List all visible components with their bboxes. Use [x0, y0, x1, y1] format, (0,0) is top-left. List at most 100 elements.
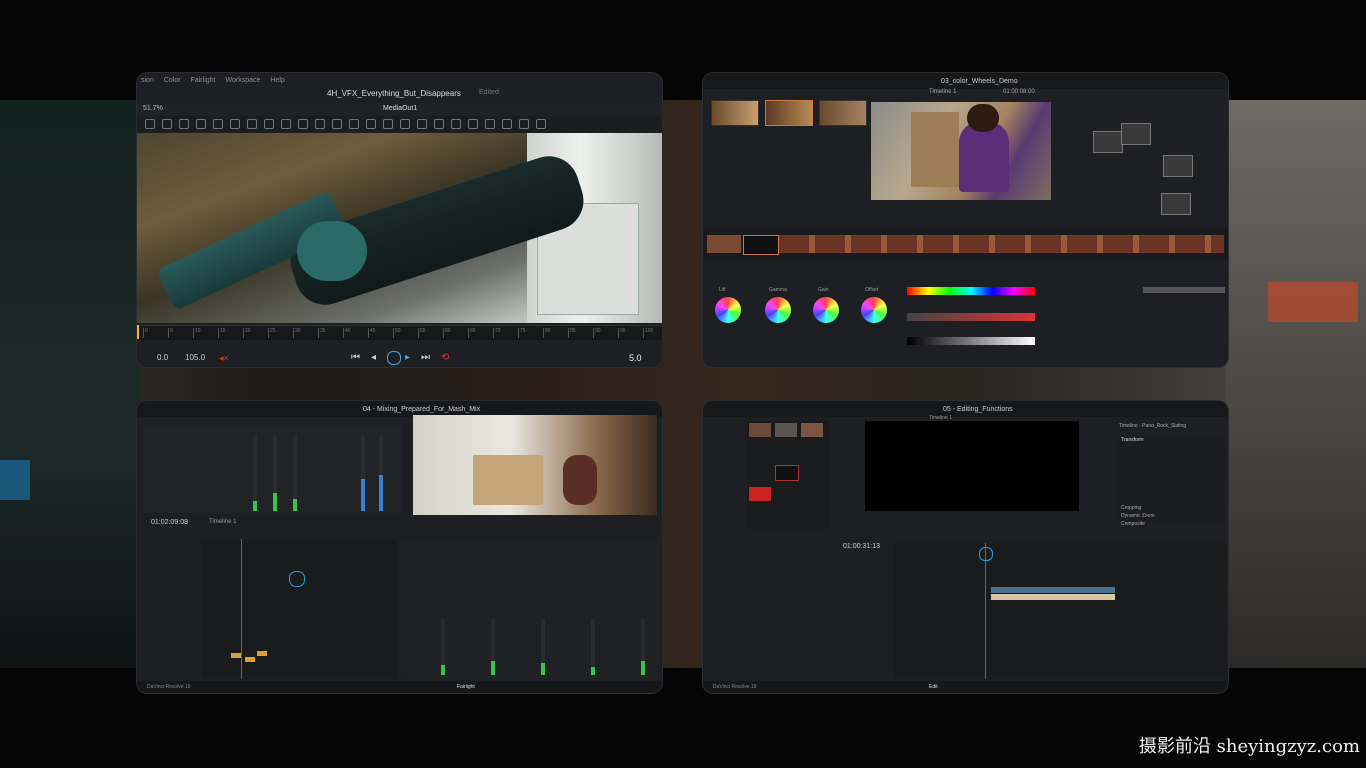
audio-clip[interactable] — [245, 657, 255, 662]
keyframe-track[interactable] — [1143, 287, 1225, 293]
audio-timeline[interactable] — [201, 539, 397, 679]
ruler-tick-label: 15 — [220, 328, 226, 334]
tool-icon[interactable] — [400, 119, 410, 129]
viewer-image[interactable] — [137, 133, 662, 323]
corrector-node[interactable] — [1121, 123, 1151, 145]
tool-icon[interactable] — [485, 119, 495, 129]
audio-clip[interactable] — [231, 653, 241, 658]
corrector-node[interactable] — [1161, 193, 1191, 215]
loop-icon[interactable]: ⟲ — [441, 352, 449, 363]
tool-icon[interactable] — [502, 119, 512, 129]
end-frame-field[interactable]: 105.0 — [185, 353, 205, 362]
clip-thumbs[interactable] — [779, 235, 1224, 253]
fader-meter — [541, 619, 545, 675]
color-viewer[interactable] — [871, 102, 1051, 200]
timeline-name: Timeline 1 — [929, 415, 952, 421]
tool-icon[interactable] — [434, 119, 444, 129]
luminance-bar[interactable] — [907, 337, 1035, 345]
media-thumb[interactable] — [775, 423, 797, 437]
gamma-wheel[interactable] — [765, 297, 791, 323]
go-to-start-icon[interactable]: ⏮ — [351, 352, 360, 363]
tool-icon[interactable] — [213, 119, 223, 129]
tool-icon[interactable] — [281, 119, 291, 129]
timecode: 01:02:09:08 — [151, 519, 188, 526]
current-frame: 5.0 — [629, 353, 642, 363]
tool-icon[interactable] — [519, 119, 529, 129]
media-thumb[interactable] — [749, 423, 771, 437]
audio-clip[interactable] — [257, 651, 267, 656]
lift-wheel[interactable] — [715, 297, 741, 323]
menu-item[interactable]: Fairlight — [191, 77, 216, 84]
clip-thumb[interactable] — [707, 235, 741, 253]
ruler-tick-label: 20 — [245, 328, 251, 334]
media-thumb[interactable] — [801, 423, 823, 437]
menu-item[interactable]: Help — [270, 77, 284, 84]
time-ruler[interactable]: 0 5 10 15 20 25 30 35 40 45 50 55 60 65 70 75 80 85 90 95 10… — [137, 325, 662, 340]
corrector-node[interactable] — [1163, 155, 1193, 177]
tool-icon[interactable] — [145, 119, 155, 129]
tool-icon[interactable] — [230, 119, 240, 129]
tab-fairlight[interactable]: Fairlight — [457, 684, 475, 690]
cursor-indicator — [979, 547, 993, 561]
tool-icon[interactable] — [196, 119, 206, 129]
gallery-still[interactable] — [765, 100, 813, 126]
media-thumb[interactable] — [775, 465, 799, 481]
gallery-still[interactable] — [711, 100, 759, 126]
tool-icon[interactable] — [247, 119, 257, 129]
section-composite[interactable]: Composite — [1121, 521, 1145, 527]
offset-wheel[interactable] — [861, 297, 887, 323]
tool-icon[interactable] — [417, 119, 427, 129]
video-clip[interactable] — [991, 587, 1115, 593]
level-meter — [293, 435, 297, 511]
hue-bar[interactable] — [907, 287, 1035, 295]
mixer-panel — [401, 539, 659, 679]
play-reverse-icon[interactable]: ◂ — [371, 352, 376, 363]
menu-item[interactable]: Color — [164, 77, 181, 84]
ruler-tick — [593, 328, 594, 338]
playhead[interactable] — [985, 543, 986, 679]
go-to-end-icon[interactable]: ⏭ — [421, 352, 430, 363]
section-transform[interactable]: Transform — [1121, 437, 1144, 443]
person-shape — [563, 455, 597, 505]
tool-icon[interactable] — [332, 119, 342, 129]
menu-item[interactable]: sion — [141, 77, 154, 84]
tool-icon[interactable] — [264, 119, 274, 129]
playhead[interactable] — [137, 325, 139, 339]
gain-wheel[interactable] — [813, 297, 839, 323]
ruler-tick — [318, 328, 319, 338]
ruler-tick — [543, 328, 544, 338]
tool-icon[interactable] — [366, 119, 376, 129]
clip-thumb[interactable] — [743, 235, 779, 255]
start-frame-field[interactable]: 0.0 — [157, 353, 168, 362]
tool-icon[interactable] — [383, 119, 393, 129]
media-thumb[interactable] — [749, 487, 771, 501]
tab-edit[interactable]: Edit — [929, 684, 938, 690]
tool-icon[interactable] — [451, 119, 461, 129]
saturation-bar[interactable] — [907, 313, 1035, 321]
stop-button[interactable] — [387, 351, 401, 365]
tool-icon[interactable] — [468, 119, 478, 129]
corrector-node[interactable] — [1093, 131, 1123, 153]
gallery-still[interactable] — [819, 100, 867, 126]
project-title: 03_color_Wheels_Demo — [941, 77, 1018, 85]
video-preview[interactable] — [413, 415, 657, 515]
tool-icon[interactable] — [349, 119, 359, 129]
menu-item[interactable]: Workspace — [225, 77, 260, 84]
edit-timeline[interactable] — [893, 543, 1227, 679]
playhead[interactable] — [241, 539, 242, 679]
tool-icon[interactable] — [179, 119, 189, 129]
tool-icon[interactable] — [315, 119, 325, 129]
audio-icon[interactable]: ◂× — [219, 353, 229, 364]
ruler-tick — [218, 328, 219, 338]
play-forward-icon[interactable]: ▸ — [405, 352, 410, 363]
tool-icon[interactable] — [536, 119, 546, 129]
hair-shape — [967, 104, 999, 132]
title-clip[interactable] — [991, 594, 1115, 600]
tool-icon[interactable] — [298, 119, 308, 129]
section-dynamic-zoom[interactable]: Dynamic Zoom — [1121, 513, 1155, 519]
zoom-level[interactable]: 51.7% — [143, 105, 163, 112]
tool-icon[interactable] — [162, 119, 172, 129]
program-viewer[interactable] — [865, 421, 1079, 511]
section-cropping[interactable]: Cropping — [1121, 505, 1141, 511]
ruler-tick-label: 90 — [595, 328, 601, 334]
